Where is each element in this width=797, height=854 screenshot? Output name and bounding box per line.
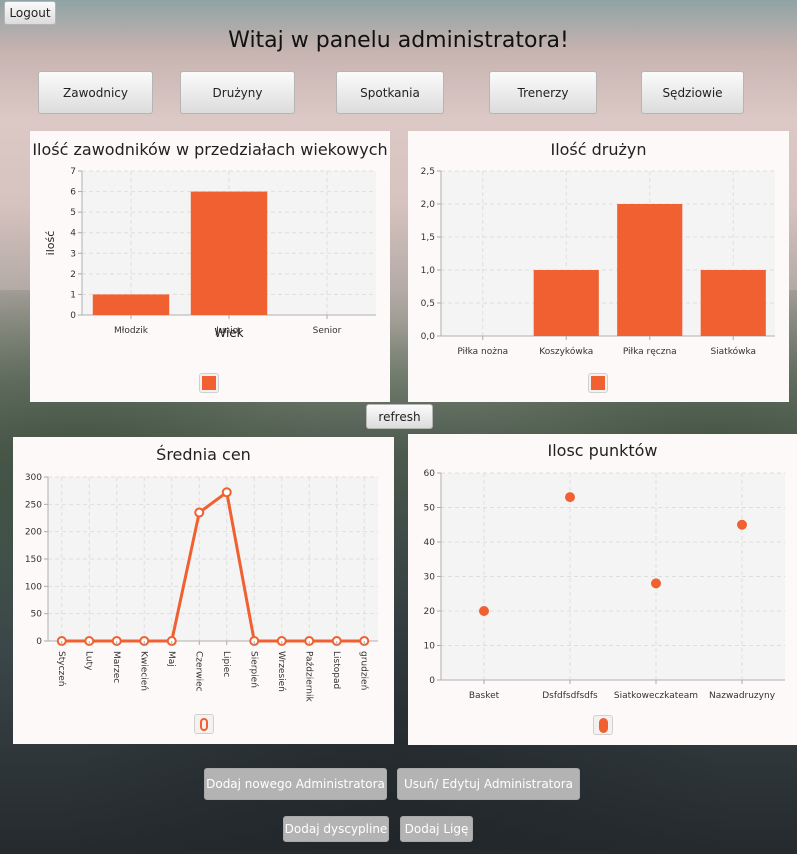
points-legend-symbol — [598, 717, 608, 733]
age-x-label: Wiek — [214, 326, 243, 340]
prices-xtick-label: grudzień — [358, 651, 368, 690]
teams-xtick-label: Siatkówka — [710, 346, 756, 357]
teams-xtick-label: Piłka ręczna — [623, 347, 677, 357]
points-chart-panel: Ilosc punktów 0 10 20 30 40 50 60 Basket Dsfdfsd… — [408, 434, 797, 745]
nav-spotkania-button[interactable]: Spotkania — [336, 71, 444, 114]
prices-xtick-label: Maj — [166, 651, 176, 667]
points-xtick-label: Basket — [469, 691, 500, 701]
points-ytick-label: 10 — [424, 642, 436, 652]
points-chart: 0 10 20 30 40 50 60 Basket Dsfdfsdfsdfs Siatkowec… — [424, 469, 785, 701]
age-chart: 01234567Młodzik Junior SeniorWiekilość — [44, 167, 376, 340]
teams-bar-2 — [617, 204, 683, 336]
age-bar-0 — [92, 294, 170, 315]
prices-xtick-label: Wrzesień — [276, 651, 286, 692]
age-chart-legend[interactable] — [199, 373, 219, 393]
prices-xtick-label: Październik — [303, 651, 313, 702]
teams-ytick-label: 0,0 — [421, 332, 436, 342]
age-xtick-label: Senior — [313, 326, 342, 336]
prices-chart-panel: Średnia cen 0 50 100 150 200 250 300 Styczeń Lut… — [13, 437, 394, 744]
age-ytick-label: 1 — [70, 290, 76, 300]
prices-xtick-label: Luty — [83, 651, 93, 671]
teams-bar-3 — [700, 270, 766, 336]
teams-chart-panel: Ilość drużyn 0,0 0,5 1,0 1,5 2,0 2,5 Piłka noż… — [408, 131, 789, 402]
age-ytick-label: 0 — [70, 311, 76, 321]
points-ytick-label: 30 — [424, 573, 436, 583]
points-point-3 — [737, 519, 747, 530]
prices-xtick-label: Lipiec — [221, 651, 231, 677]
age-ytick-label: 2 — [70, 270, 76, 280]
teams-ytick-label: 2,0 — [421, 200, 436, 210]
prices-ytick-label: 100 — [25, 582, 42, 592]
age-xtick-label: Młodzik — [114, 326, 149, 336]
teams-ytick-label: 0,5 — [421, 299, 435, 309]
age-ytick-label: 5 — [70, 208, 76, 218]
refresh-button[interactable]: refresh — [366, 404, 433, 429]
prices-xtick-label: Sierpień — [248, 651, 258, 688]
teams-chart: 0,0 0,5 1,0 1,5 2,0 2,5 Piłka nożna Koszykówka P… — [421, 167, 775, 357]
prices-xtick-label: Czerwiec — [193, 651, 203, 692]
nav-zawodnicy-button[interactable]: Zawodnicy — [38, 71, 153, 114]
prices-xtick-label: Kwiecień — [138, 651, 148, 691]
points-ytick-label: 60 — [424, 469, 436, 479]
prices-point-6 — [221, 487, 232, 498]
prices-xtick-label: Marzec — [111, 651, 121, 683]
teams-ytick-label: 2,5 — [421, 167, 435, 177]
prices-ytick-label: 50 — [31, 610, 43, 620]
age-bar-1 — [190, 191, 268, 315]
teams-chart-legend[interactable] — [588, 373, 608, 393]
prices-ytick-label: 200 — [25, 528, 42, 538]
age-legend-symbol — [202, 376, 216, 390]
age-ytick-label: 4 — [70, 229, 76, 239]
logout-button[interactable]: Logout — [4, 1, 56, 25]
prices-chart-legend[interactable] — [194, 714, 214, 734]
age-ytick-label: 6 — [70, 188, 76, 198]
age-ytick-label: 3 — [70, 249, 76, 259]
prices-ytick-label: 150 — [25, 555, 42, 565]
teams-ytick-label: 1,5 — [421, 233, 435, 243]
points-point-2 — [651, 578, 661, 589]
teams-bar-1 — [533, 270, 599, 336]
age-y-label: ilość — [44, 231, 57, 256]
points-chart-legend[interactable] — [593, 715, 613, 735]
points-ytick-label: 20 — [424, 607, 436, 617]
points-ytick-label: 40 — [424, 538, 436, 548]
prices-ytick-label: 0 — [36, 637, 42, 647]
age-ytick-label: 7 — [70, 167, 76, 177]
points-point-0 — [479, 606, 489, 616]
points-xtick-label: Nazwadruzyny — [709, 691, 776, 701]
nav-trenerzy-button[interactable]: Trenerzy — [489, 71, 597, 114]
prices-chart: 0 50 100 150 200 250 300 Styczeń Luty Marzec Kwiec… — [25, 473, 378, 702]
teams-xtick-label: Piłka nożna — [457, 347, 508, 357]
prices-legend-symbol — [200, 717, 208, 731]
page-title: Witaj w panelu administratora! — [228, 28, 569, 53]
nav-sedziowie-button[interactable]: Sędziowie — [641, 71, 744, 114]
age-chart-panel: Ilość zawodników w przedziałach wiekowyc… — [30, 131, 390, 402]
prices-point-5 — [194, 507, 205, 518]
nav-druzyny-button[interactable]: Drużyny — [180, 71, 295, 114]
points-xtick-label: Dsfdfsdfsdfs — [542, 691, 598, 701]
points-point-1 — [565, 492, 575, 503]
prices-ytick-label: 250 — [25, 500, 42, 510]
add-discipline-button[interactable]: Dodaj dyscypline — [283, 816, 389, 842]
prices-xtick-label: Listopad — [331, 651, 341, 689]
prices-ytick-label: 300 — [25, 473, 42, 483]
edit-admin-button[interactable]: Usuń/ Edytuj Administratora — [397, 768, 580, 800]
teams-legend-symbol — [591, 376, 605, 390]
add-admin-button[interactable]: Dodaj nowego Administratora — [204, 768, 387, 800]
teams-ytick-label: 1,0 — [421, 266, 436, 276]
teams-xtick-label: Koszykówka — [539, 346, 593, 357]
points-ytick-label: 50 — [424, 504, 436, 514]
points-xtick-label: Siatkoweczkateam — [614, 691, 698, 701]
points-ytick-label: 0 — [429, 676, 435, 686]
prices-xtick-label: Styczeń — [56, 651, 66, 686]
add-league-button[interactable]: Dodaj Ligę — [400, 816, 473, 842]
